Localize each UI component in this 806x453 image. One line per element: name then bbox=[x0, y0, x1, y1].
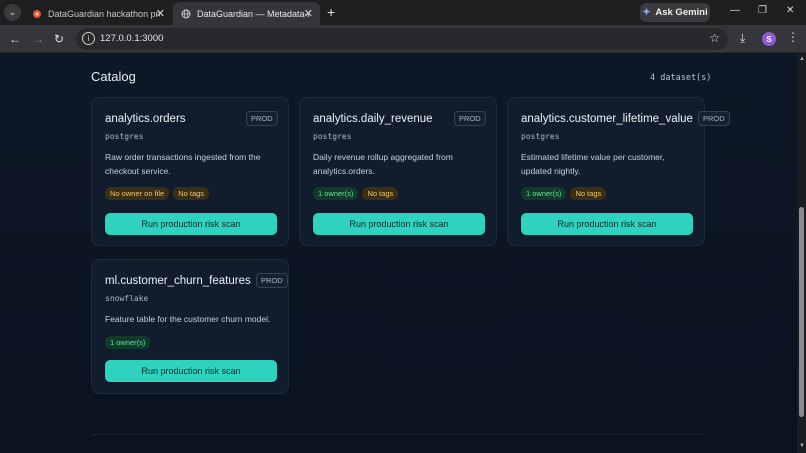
dataset-description: Feature table for the customer churn mod… bbox=[105, 314, 271, 324]
address-bar[interactable]: i 127.0.0.1:3000 ☆ bbox=[76, 28, 728, 50]
scroll-up-icon[interactable]: ▲ bbox=[799, 56, 805, 62]
new-tab-button[interactable]: + bbox=[327, 4, 335, 20]
close-window-icon[interactable]: ✕ bbox=[786, 5, 794, 16]
env-badge: PROD bbox=[256, 273, 288, 288]
run-risk-scan-button[interactable]: Run production risk scan bbox=[313, 213, 485, 235]
dataset-name: analytics.orders bbox=[105, 113, 186, 125]
owner-chip: 1 owner(s) bbox=[105, 336, 151, 349]
dataset-description: Raw order transactions ingested from the… bbox=[105, 152, 261, 176]
dataset-card: analytics.daily_revenue PROD postgres Da… bbox=[299, 97, 497, 246]
bookmark-star-icon[interactable]: ☆ bbox=[709, 31, 720, 45]
tags-chip: No tags bbox=[570, 187, 607, 200]
browser-menu-icon[interactable]: ⋮ bbox=[787, 30, 799, 44]
dataset-platform: snowflake bbox=[105, 294, 149, 303]
owner-chip: No owner on file bbox=[105, 187, 170, 200]
plus-icon: + bbox=[327, 4, 336, 20]
env-badge: PROD bbox=[246, 111, 278, 126]
divider bbox=[91, 434, 706, 435]
run-risk-scan-button[interactable]: Run production risk scan bbox=[105, 360, 277, 382]
dataset-name: ml.customer_churn_features bbox=[105, 275, 251, 287]
dataset-count: 4 dataset(s) bbox=[650, 73, 712, 83]
env-badge: PROD bbox=[698, 111, 730, 126]
browser-toolbar: ← → ↻ i 127.0.0.1:3000 ☆ ⤓ S ⋮ bbox=[0, 25, 806, 53]
gemini-sparkle-icon bbox=[642, 6, 652, 19]
minimize-icon[interactable]: — bbox=[730, 5, 740, 16]
tab-dataguardian[interactable]: DataGuardian — Metadata-Awa ✕ bbox=[173, 2, 320, 25]
dataset-platform: postgres bbox=[105, 132, 144, 141]
tab-hackathon[interactable]: DataGuardian hackathon proje ✕ bbox=[24, 2, 172, 25]
hackathon-favicon bbox=[32, 9, 42, 19]
owner-chip: 1 owner(s) bbox=[521, 187, 567, 200]
tab-title: DataGuardian hackathon proje bbox=[48, 8, 160, 19]
run-risk-scan-button[interactable]: Run production risk scan bbox=[105, 213, 277, 235]
url-text[interactable]: 127.0.0.1:3000 bbox=[100, 33, 163, 44]
scroll-down-icon[interactable]: ▼ bbox=[799, 443, 805, 449]
site-info-icon[interactable]: i bbox=[82, 32, 95, 45]
reload-icon[interactable]: ↻ bbox=[54, 32, 64, 46]
dataset-chips: 1 owner(s) bbox=[105, 336, 151, 349]
tags-chip: No tags bbox=[173, 187, 210, 200]
dataset-card: ml.customer_churn_features PROD snowflak… bbox=[91, 259, 289, 394]
tags-chip: No tags bbox=[362, 187, 399, 200]
dataset-description: Estimated lifetime value per customer, u… bbox=[521, 152, 665, 176]
download-icon[interactable]: ⤓ bbox=[740, 31, 745, 46]
dataset-chips: 1 owner(s) No tags bbox=[313, 187, 399, 200]
tab-search-button[interactable]: ⌄ bbox=[4, 4, 21, 21]
profile-avatar[interactable]: S bbox=[762, 32, 776, 46]
back-icon[interactable]: ← bbox=[9, 32, 21, 46]
dataset-card: analytics.orders PROD postgres Raw order… bbox=[91, 97, 289, 246]
close-tab-icon[interactable]: ✕ bbox=[156, 7, 165, 20]
dataset-card: analytics.customer_lifetime_value PROD p… bbox=[507, 97, 730, 246]
run-risk-scan-button[interactable]: Run production risk scan bbox=[521, 213, 693, 235]
forward-icon[interactable]: → bbox=[32, 32, 44, 46]
dataset-name: analytics.daily_revenue bbox=[313, 113, 433, 125]
chevron-down-icon: ⌄ bbox=[8, 7, 17, 17]
tab-title: DataGuardian — Metadata-Awa bbox=[197, 8, 309, 19]
restore-icon[interactable]: ❐ bbox=[758, 5, 767, 16]
owner-chip: 1 owner(s) bbox=[313, 187, 359, 200]
ask-gemini-button[interactable]: Ask Gemini bbox=[640, 3, 710, 22]
page-viewport: Catalog 4 dataset(s) analytics.orders PR… bbox=[0, 54, 797, 453]
dataset-platform: postgres bbox=[521, 132, 560, 141]
gemini-label: Ask Gemini bbox=[655, 7, 708, 18]
catalog-title: Catalog bbox=[91, 69, 136, 84]
globe-icon bbox=[181, 9, 191, 19]
tab-strip: ⌄ DataGuardian hackathon proje ✕ DataGua… bbox=[0, 0, 806, 25]
dataset-name: analytics.customer_lifetime_value bbox=[521, 113, 693, 125]
dataset-platform: postgres bbox=[313, 132, 352, 141]
dataset-chips: No owner on file No tags bbox=[105, 187, 210, 200]
close-tab-icon[interactable]: ✕ bbox=[304, 7, 313, 20]
dataset-description: Daily revenue rollup aggregated from ana… bbox=[313, 152, 453, 176]
scrollbar-thumb[interactable] bbox=[799, 207, 804, 417]
env-badge: PROD bbox=[454, 111, 486, 126]
dataset-chips: 1 owner(s) No tags bbox=[521, 187, 607, 200]
